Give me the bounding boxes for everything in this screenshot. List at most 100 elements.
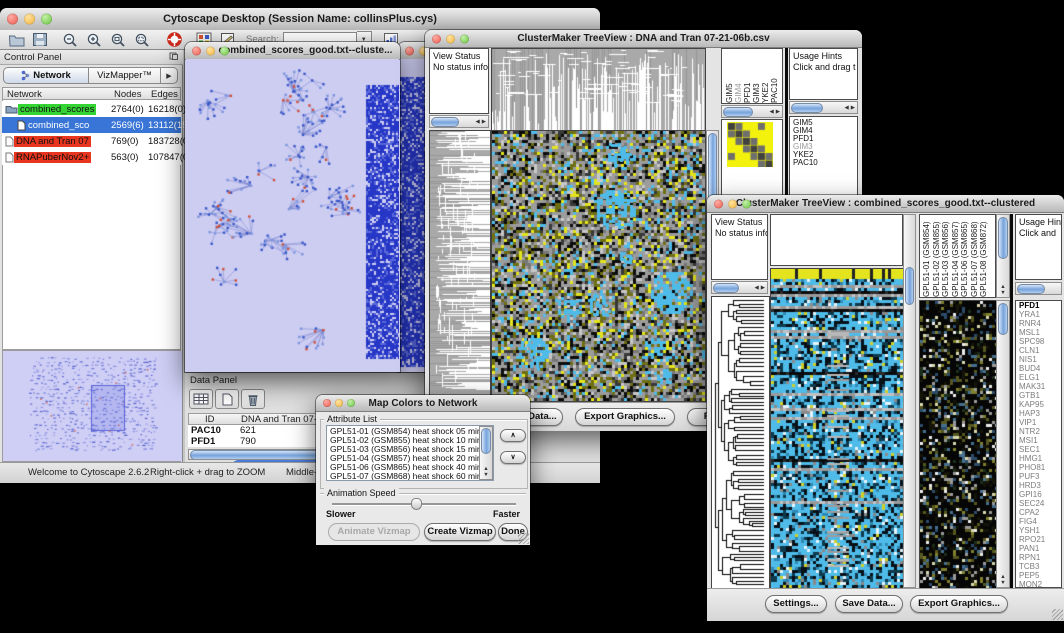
export-graphics-button[interactable]: Export Graphics... xyxy=(910,595,1008,613)
attribute-list[interactable]: GPL51-01 (GSM854) heat shock 05 minGPL51… xyxy=(326,425,494,481)
gene-label[interactable]: PAC10 xyxy=(790,159,857,167)
gene-label[interactable]: ELG1 xyxy=(1016,373,1061,382)
float-panel-icon[interactable] xyxy=(169,48,179,66)
scroll-down-icon[interactable]: ▼ xyxy=(483,472,488,478)
heatmap-vscrollbar[interactable] xyxy=(903,214,916,588)
zoom-selected-icon[interactable] xyxy=(130,30,154,50)
close-button[interactable] xyxy=(7,14,18,25)
gene-label[interactable]: NTR2 xyxy=(1016,427,1061,436)
gene-label[interactable]: HRD3 xyxy=(1016,481,1061,490)
tab-network[interactable]: Network xyxy=(3,67,89,84)
attribute-list-vscrollbar[interactable]: ▲▼ xyxy=(479,426,493,480)
scrollbar-thumb[interactable] xyxy=(431,117,459,127)
close-button[interactable] xyxy=(323,399,331,407)
scrollbar-thumb[interactable] xyxy=(905,267,914,305)
gene-label[interactable]: PAN1 xyxy=(1016,544,1061,553)
treeview2-titlebar[interactable]: ClusterMaker TreeView : combined_scores_… xyxy=(707,195,1064,213)
zoom-button[interactable] xyxy=(742,199,751,208)
gene-label[interactable]: VIP1 xyxy=(1016,418,1061,427)
zoom-button[interactable] xyxy=(41,14,52,25)
zoom-fit-icon[interactable] xyxy=(106,30,130,50)
similarity-matrix-canvas[interactable] xyxy=(727,122,773,167)
minimize-button[interactable] xyxy=(206,46,215,55)
gene-label[interactable]: GTB1 xyxy=(1016,391,1061,400)
zoom-in-icon[interactable] xyxy=(82,30,106,50)
resize-grip[interactable] xyxy=(1052,609,1063,620)
move-up-button[interactable]: ∧ xyxy=(500,429,526,442)
create-vizmap-button[interactable]: Create Vizmap xyxy=(424,523,496,541)
usage-hints-hscrollbar[interactable] xyxy=(1015,282,1062,295)
attribute-item[interactable]: GPL51-07 (GSM868) heat shock 60 min xyxy=(327,472,493,481)
usage-hints-hscrollbar[interactable]: ◀▶ xyxy=(789,101,858,114)
minimize-button[interactable] xyxy=(446,34,455,43)
network-overview[interactable] xyxy=(2,350,181,462)
zoom-button[interactable] xyxy=(460,34,469,43)
save-data-button[interactable]: Save Data... xyxy=(835,595,903,613)
speed-slider-track[interactable] xyxy=(332,503,516,506)
network-row-selected[interactable]: combined_sco 2569(6) 13112(15) xyxy=(2,117,181,133)
move-down-button[interactable]: ∨ xyxy=(500,451,526,464)
scroll-left-icon[interactable]: ◀ xyxy=(770,109,774,115)
close-button[interactable] xyxy=(192,46,201,55)
network-row-rnapuber[interactable]: RNAPuberNov2+ 563(0) 107847(0) xyxy=(2,149,181,165)
scrollbar-thumb[interactable] xyxy=(998,217,1008,259)
gene-label[interactable]: MSL1 xyxy=(1016,328,1061,337)
view-status-hscrollbar[interactable]: ◀▶ xyxy=(429,115,489,128)
scroll-right-icon[interactable]: ▶ xyxy=(776,109,780,115)
scrollbar-thumb[interactable] xyxy=(998,303,1008,335)
network-overview-canvas[interactable] xyxy=(3,351,182,461)
scrollbar-thumb[interactable] xyxy=(1017,284,1045,294)
scroll-left-icon[interactable]: ◀ xyxy=(755,285,759,291)
settings-button[interactable]: Settings... xyxy=(765,595,827,613)
scroll-left-icon[interactable]: ◀ xyxy=(476,119,480,125)
gene-label[interactable]: CPA2 xyxy=(1016,508,1061,517)
zoom-button[interactable] xyxy=(220,46,229,55)
resize-grip[interactable] xyxy=(518,533,529,544)
global-heatmap-canvas[interactable] xyxy=(919,300,998,590)
minimize-button[interactable] xyxy=(335,399,343,407)
speed-slider-thumb[interactable] xyxy=(411,498,422,510)
close-button[interactable] xyxy=(714,199,723,208)
animate-vizmap-button[interactable]: Animate Vizmap xyxy=(328,523,420,541)
matrix-hscrollbar[interactable]: ◀▶ xyxy=(721,105,783,118)
gene-label[interactable]: SEC24 xyxy=(1016,499,1061,508)
scroll-left-icon[interactable]: ◀ xyxy=(845,105,849,111)
scroll-right-icon[interactable]: ▶ xyxy=(482,119,486,125)
treeview1-titlebar[interactable]: ClusterMaker TreeView : DNA and Tran 07-… xyxy=(425,30,862,48)
tab-vizmapper[interactable]: VizMapper™ xyxy=(89,67,161,84)
save-session-icon[interactable] xyxy=(28,30,52,50)
heatmap-canvas[interactable] xyxy=(770,268,905,590)
delete-attribute-icon[interactable] xyxy=(241,389,265,409)
global-heatmap-vscrollbar[interactable]: ▲▼ xyxy=(996,300,1010,588)
gene-label[interactable]: RNR4 xyxy=(1016,319,1061,328)
treeview2-gene-list[interactable]: PFD1YRA1RNR4MSL1SPC98CLN1NIS1BUD4ELG1MAK… xyxy=(1015,300,1062,588)
scrollbar-thumb[interactable] xyxy=(481,428,491,454)
view-status-hscrollbar[interactable]: ◀▶ xyxy=(711,281,768,294)
gene-label[interactable]: SEC1 xyxy=(1016,445,1061,454)
table-view-icon[interactable] xyxy=(189,389,213,409)
gene-label[interactable]: CLN1 xyxy=(1016,346,1061,355)
scroll-right-icon[interactable]: ▶ xyxy=(761,285,765,291)
gene-label[interactable]: HMG1 xyxy=(1016,454,1061,463)
gene-label[interactable]: PUF3 xyxy=(1016,472,1061,481)
gene-label[interactable]: RPO21 xyxy=(1016,535,1061,544)
network-row-combined-scores[interactable]: combined_scores 2764(0) 16218(0) xyxy=(2,101,181,117)
network-row-dna-tran[interactable]: DNA and Tran 07 769(0) 183728(0) xyxy=(2,133,181,149)
gene-label[interactable]: YRA1 xyxy=(1016,310,1061,319)
network-view-titlebar[interactable]: combined_scores_good.txt--cluste... xyxy=(185,42,400,60)
gene-label[interactable]: RPN1 xyxy=(1016,553,1061,562)
close-button[interactable] xyxy=(405,46,414,55)
scroll-down-icon[interactable]: ▼ xyxy=(1000,290,1005,296)
open-session-icon[interactable] xyxy=(4,30,28,50)
scroll-down-icon[interactable]: ▼ xyxy=(1000,580,1005,586)
scrollbar-thumb[interactable] xyxy=(723,107,753,117)
gene-label[interactable]: YSH1 xyxy=(1016,526,1061,535)
heatmap-canvas[interactable] xyxy=(491,130,706,402)
gene-label[interactable]: NIS1 xyxy=(1016,355,1061,364)
global-header-vscrollbar[interactable]: ▲▼ xyxy=(996,214,1010,298)
gene-label[interactable]: TCB3 xyxy=(1016,562,1061,571)
minimize-button[interactable] xyxy=(24,14,35,25)
scrollbar-thumb[interactable] xyxy=(713,283,739,293)
gene-label[interactable]: KAP95 xyxy=(1016,400,1061,409)
minimize-button[interactable] xyxy=(728,199,737,208)
